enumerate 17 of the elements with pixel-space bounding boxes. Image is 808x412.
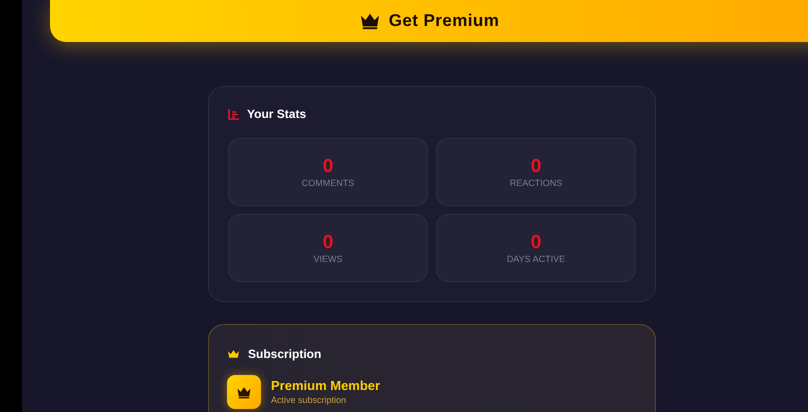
stat-label: DAYS ACTIVE (506, 254, 566, 264)
crown-icon (358, 12, 381, 30)
stat-value: 0 (530, 156, 542, 176)
stat-label: REACTIONS (510, 178, 562, 188)
stat-value: 0 (322, 232, 334, 252)
crown-badge-icon (227, 375, 261, 409)
stat-label: COMMENTS (302, 178, 354, 188)
get-premium-button[interactable]: Get Premium (50, 0, 808, 42)
section-title: Your Stats (247, 106, 306, 123)
chart-icon (228, 108, 239, 120)
stat-value: 0 (530, 232, 542, 252)
section-title: Subscription (248, 346, 322, 363)
plan-name: Premium Member (271, 378, 380, 394)
crown-icon (227, 348, 240, 360)
stat-label: VIEWS (313, 254, 342, 264)
plan-status: Active subscription (271, 394, 348, 406)
stat-value: 0 (322, 156, 334, 176)
